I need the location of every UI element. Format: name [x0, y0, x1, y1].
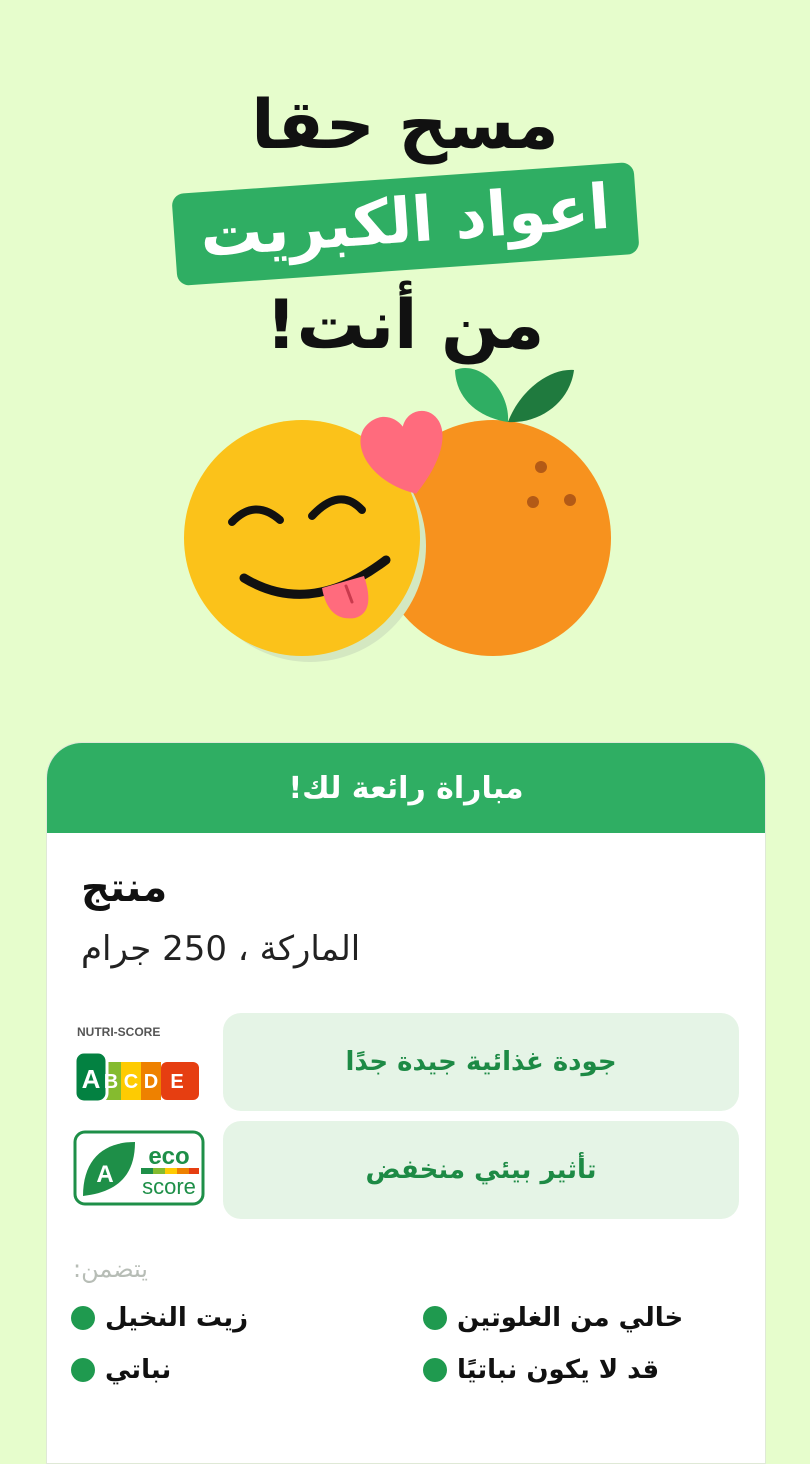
product-name: منتج — [81, 865, 168, 911]
eco-score-word-score: score — [142, 1174, 196, 1199]
headline-line-1: مسح حقا — [251, 86, 559, 165]
eco-score-description[interactable]: تأثير بيئي منخفض — [223, 1121, 739, 1219]
smiley-and-orange-illustration — [184, 368, 611, 662]
eco-score-icon: A eco score — [73, 1130, 205, 1206]
match-banner: مباراة رائعة لك! — [47, 743, 765, 833]
includes-label: يتضمن: — [73, 1255, 148, 1283]
product-details: الماركة ، 250 جرام — [81, 929, 361, 969]
tag-vegetarian: نباتي — [71, 1355, 171, 1385]
status-dot-icon — [423, 1306, 447, 1330]
tag-label: خالي من الغلوتين — [457, 1303, 684, 1333]
product-match-card[interactable]: مباراة رائعة لك! منتج الماركة ، 250 جرام… — [46, 742, 766, 1464]
eco-score-row[interactable]: A eco score تأثير بيئي منخفض — [73, 1121, 739, 1219]
product-tags: زيت النخيل خالي من الغلوتين نباتي قد لا … — [71, 1303, 711, 1413]
status-dot-icon — [71, 1358, 95, 1382]
nutri-score-logo-label: NUTRI-SCORE — [77, 1025, 160, 1039]
nutri-score-row[interactable]: NUTRI-SCORE A B C D E جودة غذائية جيدة ج… — [73, 1013, 739, 1111]
nutri-score-letter-d: D — [144, 1071, 158, 1093]
nutri-score-icon: NUTRI-SCORE A B C D E — [73, 1025, 199, 1102]
tag-palm-oil: زيت النخيل — [71, 1303, 248, 1333]
tag-label: نباتي — [105, 1355, 172, 1385]
tag-gluten-free: خالي من الغلوتين — [423, 1303, 683, 1333]
nutri-score-letter-e: E — [170, 1071, 183, 1093]
tag-maybe-not-vegan: قد لا يكون نباتيًا — [423, 1355, 659, 1385]
headline-highlight: اعواد الكبريت — [171, 161, 639, 287]
tag-label: قد لا يكون نباتيًا — [457, 1355, 660, 1385]
nutri-score-letter-b: B — [104, 1071, 118, 1093]
status-dot-icon — [71, 1306, 95, 1330]
nutri-score-grade-letter: A — [82, 1064, 101, 1094]
nutri-score-description[interactable]: جودة غذائية جيدة جدًا — [223, 1013, 739, 1111]
eco-score-grade-letter: A — [96, 1161, 113, 1188]
status-dot-icon — [423, 1358, 447, 1382]
tag-label: زيت النخيل — [105, 1303, 249, 1333]
eco-score-word-eco: eco — [148, 1143, 189, 1170]
nutri-score-letter-c: C — [124, 1071, 138, 1093]
headline: مسح حقا اعواد الكبريت من أنت! — [0, 80, 810, 372]
